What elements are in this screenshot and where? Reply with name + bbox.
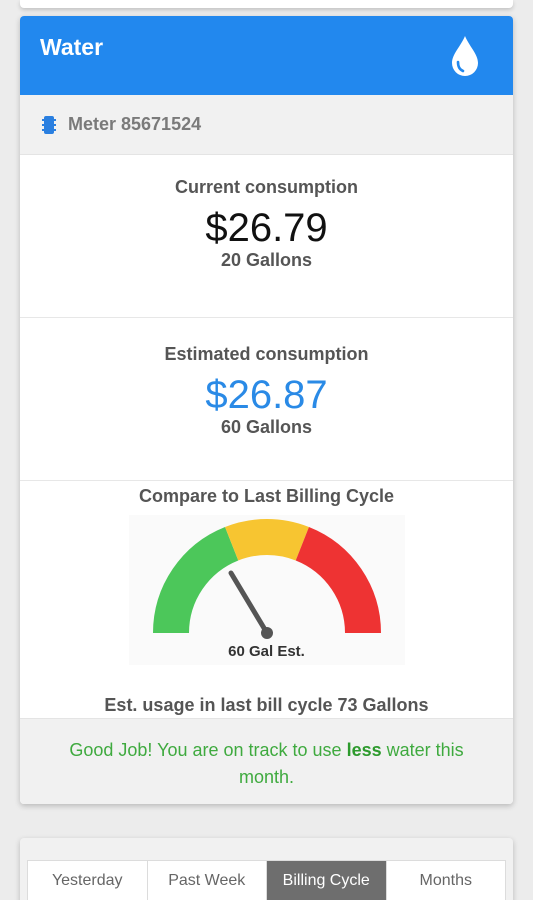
gauge-needle (228, 570, 269, 636)
compare-section: Compare to Last Billing Cycle 60 Gal Est… (20, 481, 513, 718)
estimated-consumption-section: Estimated consumption $26.87 60 Gallons (20, 318, 513, 481)
card-header: Water (20, 16, 513, 95)
current-consumption-section: Current consumption $26.79 20 Gallons (20, 155, 513, 318)
current-consumption-title: Current consumption (175, 177, 358, 197)
gauge-yellow-arc (224, 519, 309, 561)
status-message-bold: less (346, 740, 382, 760)
status-message-text: Good Job! You are on track to use (69, 740, 347, 760)
tab-billing-cycle[interactable]: Billing Cycle (267, 861, 387, 900)
estimated-amount: $26.87 (205, 373, 328, 417)
water-drop-icon (452, 35, 478, 76)
estimated-consumption-title: Estimated consumption (164, 344, 369, 364)
usage-gauge: 60 Gal Est. (128, 515, 405, 665)
gauge-needle-hub (260, 627, 273, 639)
gauge-graphic (152, 519, 381, 639)
compare-title: Compare to Last Billing Cycle (138, 486, 395, 506)
period-tab-card: Yesterday Past Week Billing Cycle Months (20, 838, 513, 900)
period-tabs: Yesterday Past Week Billing Cycle Months (27, 860, 506, 900)
last-cycle-usage: Est. usage in last bill cycle 73 Gallons (104, 695, 429, 715)
card-title: Water (40, 34, 104, 60)
estimated-gallons: 60 Gallons (220, 417, 313, 437)
tab-past-week[interactable]: Past Week (148, 861, 267, 900)
current-amount: $26.79 (205, 206, 328, 250)
meter-icon (42, 115, 56, 134)
tab-months[interactable]: Months (387, 861, 506, 900)
current-gallons: 20 Gallons (220, 250, 313, 270)
previous-card-edge (20, 0, 513, 8)
tab-yesterday[interactable]: Yesterday (28, 861, 148, 900)
status-message: Good Job! You are on track to use less w… (20, 718, 513, 804)
water-card: Water Meter 85671524 Current consumption… (20, 16, 513, 804)
gauge-green-arc (152, 527, 239, 634)
gauge-label: 60 Gal Est. (228, 643, 305, 660)
gauge-red-arc (294, 527, 381, 634)
meter-row: Meter 85671524 (20, 95, 513, 155)
meter-label: Meter 85671524 (68, 114, 202, 134)
